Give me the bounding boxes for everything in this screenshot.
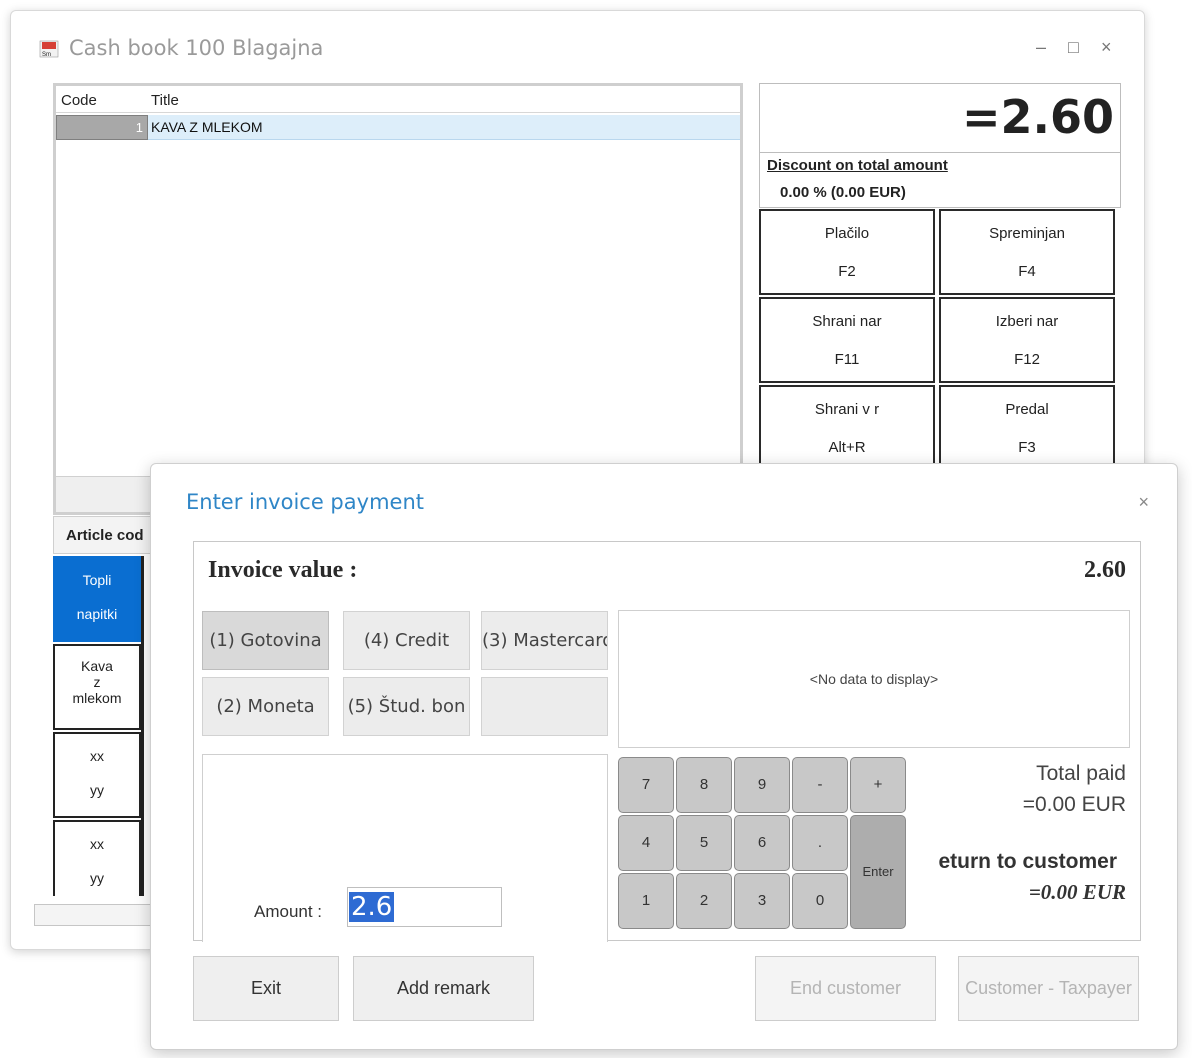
total-paid-label: Total paid <box>1036 762 1126 785</box>
tile-label: z <box>93 674 101 690</box>
key-9[interactable]: 9 <box>734 757 790 813</box>
payment-empty-button[interactable] <box>481 677 608 736</box>
invoice-value: 2.60 <box>1084 557 1126 583</box>
key-0[interactable]: 0 <box>792 873 848 929</box>
return-label-clip: Return to customer <box>939 842 1131 882</box>
total-paid-value: =0.00 EUR <box>1022 793 1126 816</box>
discount-link[interactable]: Discount on total amount <box>767 157 948 174</box>
tile-label: xx <box>90 836 104 852</box>
article-tile[interactable]: xx yy <box>53 820 141 896</box>
amount-input[interactable]: 2.6 <box>347 887 502 927</box>
payments-list: <No data to display> <box>618 610 1130 748</box>
maximize-button[interactable]: □ <box>1068 37 1079 58</box>
key-7[interactable]: 7 <box>618 757 674 813</box>
payment-panel: Invoice value : 2.60 (1) Gotovina (4) Cr… <box>193 541 1141 942</box>
key-plus[interactable]: + <box>850 757 906 813</box>
amount-value: 2.6 <box>349 892 395 922</box>
window-title: Cash book 100 Blagajna <box>69 36 324 60</box>
fkey-shortcut: F11 <box>834 351 860 368</box>
totals-panel: =2.60 Discount on total amount 0.00 % (0… <box>759 83 1123 473</box>
key-4[interactable]: 4 <box>618 815 674 871</box>
key-8[interactable]: 8 <box>676 757 732 813</box>
fkey-shortcut: F2 <box>838 263 856 280</box>
key-minus[interactable]: - <box>792 757 848 813</box>
exit-button[interactable]: Exit <box>193 956 339 1021</box>
payment-credit-button[interactable]: (4) Credit <box>343 611 470 670</box>
row-code-cell[interactable]: 1 <box>56 115 148 140</box>
payment-cash-button[interactable]: (1) Gotovina <box>202 611 329 670</box>
tile-label: mlekom <box>72 690 122 706</box>
table-row[interactable]: 1 KAVA Z MLEKOM <box>56 115 740 140</box>
status-bar <box>34 904 164 926</box>
fkey-label: Shrani nar <box>812 313 882 330</box>
fkey-shortcut: F12 <box>1014 351 1040 368</box>
save-order-f11-button[interactable]: Shrani nar F11 <box>759 297 935 383</box>
key-1[interactable]: 1 <box>618 873 674 929</box>
category-tile-hot-drinks[interactable]: Topli napitki <box>53 556 141 642</box>
customer-taxpayer-button[interactable]: Customer - Taxpayer <box>958 956 1139 1021</box>
app-logo-icon: Sm <box>39 40 59 58</box>
column-header-title[interactable]: Title <box>151 92 179 109</box>
fkey-label: Plačilo <box>824 225 870 242</box>
grid-header: Code Title <box>56 86 740 113</box>
add-remark-button[interactable]: Add remark <box>353 956 534 1021</box>
payment-mastercard-button[interactable]: (3) Mastercard <box>481 611 608 670</box>
drawer-f3-button[interactable]: Predal F3 <box>939 385 1115 471</box>
article-tile[interactable]: xx yy <box>53 732 141 818</box>
change-f4-button[interactable]: Spreminjan F4 <box>939 209 1115 295</box>
return-to-customer-value: =0.00 EUR <box>1028 880 1126 904</box>
amount-panel: Amount : 2.6 <box>202 754 608 942</box>
article-tile-coffee-milk[interactable]: Kava z mlekom <box>53 644 141 730</box>
row-title-cell[interactable]: KAVA Z MLEKOM <box>151 119 263 135</box>
key-6[interactable]: 6 <box>734 815 790 871</box>
key-2[interactable]: 2 <box>676 873 732 929</box>
invoice-items-grid[interactable]: Code Title 1 KAVA Z MLEKOM <box>53 83 743 515</box>
fkey-label: Spreminjan <box>989 225 1065 242</box>
tile-separator <box>141 556 144 896</box>
fkey-label: Predal <box>1005 401 1049 418</box>
minimize-button[interactable]: – <box>1036 37 1046 58</box>
key-3[interactable]: 3 <box>734 873 790 929</box>
fkey-shortcut: Alt+R <box>828 439 866 456</box>
tile-label: yy <box>90 870 104 886</box>
fkey-shortcut: F4 <box>1018 263 1036 280</box>
tile-label: napitki <box>76 606 118 622</box>
total-amount: =2.60 <box>961 90 1114 144</box>
tile-label: yy <box>90 782 104 798</box>
discount-box: Discount on total amount 0.00 % (0.00 EU… <box>759 153 1121 208</box>
dialog-title: Enter invoice payment <box>186 490 424 514</box>
key-decimal[interactable]: . <box>792 815 848 871</box>
key-5[interactable]: 5 <box>676 815 732 871</box>
end-customer-button[interactable]: End customer <box>755 956 936 1021</box>
key-enter[interactable]: Enter <box>850 815 906 929</box>
return-to-customer-label: Return to customer <box>939 850 1117 873</box>
article-code-header: Article cod <box>53 516 163 554</box>
tile-label: Topli <box>82 572 112 588</box>
total-amount-box: =2.60 <box>759 83 1121 153</box>
discount-value: 0.00 % (0.00 EUR) <box>780 184 906 201</box>
payment-dialog: Enter invoice payment × Invoice value : … <box>150 463 1178 1050</box>
payment-moneta-button[interactable]: (2) Moneta <box>202 677 329 736</box>
amount-label: Amount : <box>254 902 323 921</box>
payment-student-voucher-button[interactable]: (5) Štud. bon <box>343 677 470 736</box>
save-alt-r-button[interactable]: Shrani v r Alt+R <box>759 385 935 471</box>
article-panel: Article cod Topli napitki Kava z mlekom … <box>53 516 163 896</box>
select-order-f12-button[interactable]: Izberi nar F12 <box>939 297 1115 383</box>
fkey-label: Izberi nar <box>995 313 1059 330</box>
column-header-code[interactable]: Code <box>61 92 97 109</box>
payment-f2-button[interactable]: Plačilo F2 <box>759 209 935 295</box>
tile-label: Kava <box>81 658 113 674</box>
fkey-label: Shrani v r <box>814 401 880 418</box>
close-icon[interactable]: × <box>1138 492 1149 513</box>
invoice-value-label: Invoice value : <box>208 557 358 583</box>
fkey-shortcut: F3 <box>1018 439 1036 456</box>
svg-text:Sm: Sm <box>42 52 51 58</box>
tile-label: xx <box>90 748 104 764</box>
close-button[interactable]: × <box>1101 37 1112 58</box>
numeric-keypad: 7 8 9 - + 4 5 6 . Enter 1 2 3 0 <box>618 757 908 932</box>
